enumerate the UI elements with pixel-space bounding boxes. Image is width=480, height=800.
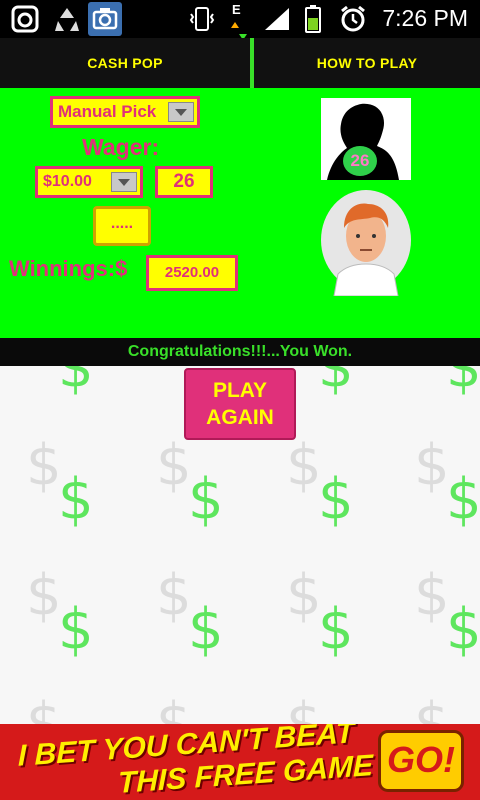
pick-number-button[interactable]: ..... — [93, 206, 151, 246]
recycle-icon — [55, 8, 79, 31]
winnings-value: 2520.00 — [146, 255, 238, 291]
dollar-sign-icon: $ — [318, 467, 354, 532]
instagram-icon — [11, 5, 39, 33]
dollar-sign-icon: $ — [446, 366, 480, 400]
chevron-down-icon[interactable] — [168, 102, 194, 122]
dollar-sign-icon: $ — [26, 691, 62, 725]
network-type-label: E — [232, 2, 241, 17]
dollar-sign-icon: $ — [58, 366, 94, 400]
pick-mode-dropdown[interactable]: Manual Pick — [50, 96, 200, 128]
tab-how-to-play[interactable]: HOW TO PLAY — [254, 38, 480, 88]
drawn-number: 26 — [343, 146, 377, 176]
dollar-sign-icon: $ — [414, 563, 450, 628]
alarm-icon — [341, 5, 365, 32]
vibrate-icon — [189, 7, 215, 31]
tab-bar: CASH POP HOW TO PLAY — [0, 38, 480, 88]
pick-mode-value: Manual Pick — [58, 102, 157, 121]
dollar-sign-icon: $ — [446, 597, 480, 662]
play-again-line2: AGAIN — [206, 406, 274, 429]
dollar-sign-icon: $ — [414, 691, 450, 725]
dollar-sign-icon: $ — [156, 691, 192, 725]
dollar-sign-icon: $ — [58, 597, 94, 662]
wager-value: $10.00 — [43, 173, 92, 190]
dollar-sign-icon: $ — [318, 366, 354, 400]
dollar-sign-icon: $ — [26, 433, 62, 498]
signal-icon — [265, 8, 289, 30]
clock-time: 7:26 PM — [382, 5, 468, 31]
play-again-line1: PLAY — [212, 379, 268, 402]
picked-number-field[interactable]: 26 — [155, 166, 213, 198]
camera-icon — [88, 2, 122, 36]
dollar-sign-icon: $ — [58, 467, 94, 532]
dollar-sign-icon: $ — [156, 433, 192, 498]
status-bar: E 7:26 PM — [0, 0, 480, 40]
tab-cash-pop[interactable]: CASH POP — [0, 38, 250, 88]
wager-dropdown[interactable]: $10.00 — [35, 166, 143, 198]
result-message: Congratulations!!!...You Won. — [0, 338, 480, 366]
dollar-sign-icon: $ — [188, 467, 224, 532]
dollar-sign-icon: $ — [286, 433, 322, 498]
player-avatar — [321, 190, 411, 296]
play-again-button[interactable]: PLAY AGAIN — [184, 368, 296, 440]
battery-icon — [305, 5, 321, 33]
chevron-down-icon[interactable] — [111, 172, 137, 192]
dollar-sign-icon: $ — [188, 597, 224, 662]
dollar-sign-icon: $ — [286, 691, 322, 725]
ad-go-button[interactable]: GO! — [378, 730, 464, 792]
winnings-label: Winnings:$ — [9, 256, 128, 281]
dollar-sign-icon: $ — [156, 563, 192, 628]
dollar-sign-icon: $ — [286, 563, 322, 628]
dollar-sign-icon: $ — [318, 597, 354, 662]
drawn-number-card: 26 — [321, 98, 411, 180]
dollar-sign-icon: $ — [26, 563, 62, 628]
wager-label: Wager: — [82, 134, 160, 160]
dollar-sign-icon: $ — [446, 467, 480, 532]
game-panel: Manual Pick Wager: $10.00 26 ..... Winni… — [0, 88, 480, 338]
dollar-sign-icon: $ — [414, 433, 450, 498]
ad-banner[interactable]: I BET YOU CAN'T BEAT THIS FREE GAME GO! — [0, 724, 480, 800]
